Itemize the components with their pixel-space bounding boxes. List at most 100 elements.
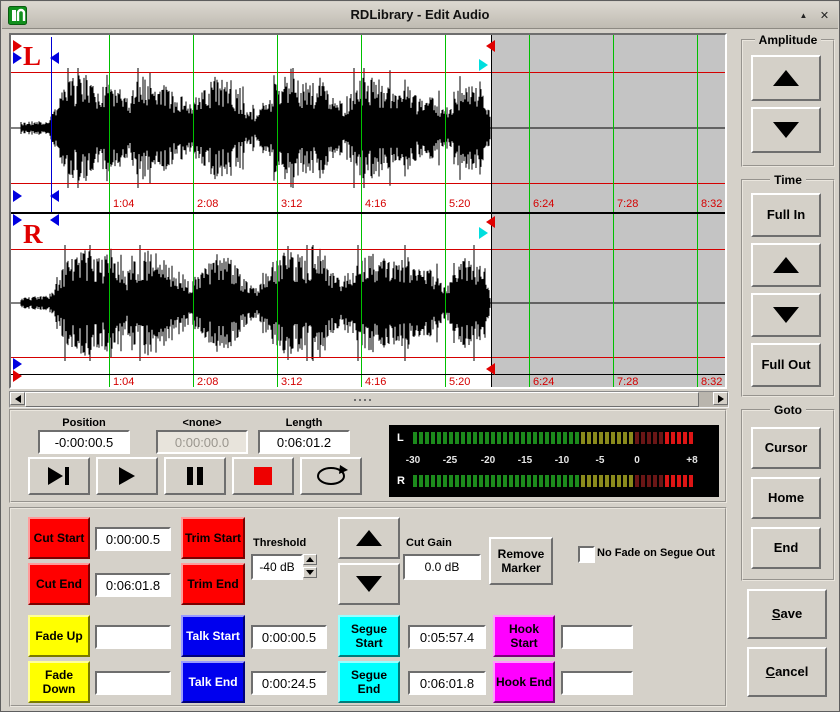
loop-icon	[314, 465, 348, 487]
left-channel-label: L	[23, 43, 41, 70]
time-label: 2:08	[197, 376, 218, 388]
spin-down-icon	[306, 570, 314, 575]
remove-marker-button[interactable]: Remove Marker	[489, 537, 553, 585]
segue-end-field[interactable]: 0:06:01.8	[408, 671, 486, 695]
segue-start-button[interactable]: Segue Start	[338, 615, 400, 657]
threshold-field[interactable]: -40 dB	[251, 554, 303, 580]
cut-end-marker[interactable]	[486, 40, 495, 52]
full-out-button[interactable]: Full Out	[751, 343, 821, 387]
threshold-spin-down[interactable]	[303, 567, 317, 578]
length-field[interactable]: 0:06:01.2	[258, 430, 350, 454]
cut-start-field[interactable]: 0:00:00.5	[95, 527, 171, 551]
goto-end-button[interactable]: End	[751, 527, 821, 569]
goto-home-button[interactable]: Home	[751, 477, 821, 519]
ruler-marker-left-d[interactable]	[50, 214, 59, 226]
time-label: 3:12	[281, 198, 302, 210]
shade-button[interactable]: ▲	[795, 7, 812, 24]
segue-end-marker-right-chan[interactable]	[479, 227, 488, 239]
pause-button[interactable]	[164, 457, 226, 495]
time-label: 5:20	[449, 376, 470, 388]
marker-panel: Cut Start 0:00:00.5 Cut End 0:06:01.8 Tr…	[9, 507, 727, 707]
zoom-in-button[interactable]	[751, 243, 821, 287]
scroll-left-button[interactable]	[10, 392, 25, 405]
talk-end-button[interactable]: Talk End	[181, 661, 245, 703]
post-audio-region	[492, 35, 725, 387]
cut-gain-label: Cut Gain	[406, 537, 452, 549]
save-button[interactable]: Save	[747, 589, 827, 639]
ruler-marker-left-c[interactable]	[13, 214, 22, 226]
left-arrow-icon	[15, 395, 21, 403]
amplitude-down-button[interactable]	[751, 107, 821, 153]
ruler-marker-left-a[interactable]	[13, 190, 22, 202]
thumb-grip-icon	[364, 399, 366, 401]
gain-up-button[interactable]	[338, 517, 400, 559]
cut-start-button[interactable]: Cut Start	[28, 517, 90, 559]
threshold-spin-up[interactable]	[303, 554, 317, 565]
hook-end-field[interactable]	[561, 671, 633, 695]
hook-start-field[interactable]	[561, 625, 633, 649]
fade-down-button[interactable]: Fade Down	[28, 661, 90, 703]
up-arrow-icon	[773, 257, 799, 273]
cut-end-marker-bottom[interactable]	[486, 363, 495, 375]
time-label: 1:04	[113, 376, 134, 388]
hook-end-button[interactable]: Hook End	[493, 661, 555, 703]
right-channel-label: R	[23, 221, 43, 248]
gain-down-button[interactable]	[338, 563, 400, 605]
up-arrow-icon	[356, 530, 382, 546]
pause-icon	[185, 465, 205, 487]
position-field[interactable]: -0:00:00.5	[38, 430, 130, 454]
thumb-grip-icon	[369, 399, 371, 401]
full-in-button[interactable]: Full In	[751, 193, 821, 237]
right-arrow-icon	[718, 395, 724, 403]
title-bar[interactable]: RDLibrary - Edit Audio ▲ ✕	[2, 2, 838, 29]
time-label: 6:24	[533, 376, 554, 388]
meter-left-label: L	[397, 432, 404, 444]
marker-position-field: 0:00:00.0	[156, 430, 248, 454]
waveform-display[interactable]: L R 1:04 2:08 3:12 4:16 5:20 6:24 7:28 8…	[9, 33, 727, 389]
cut-gain-field[interactable]: 0.0 dB	[403, 554, 481, 580]
marker-name-label: <none>	[156, 417, 248, 429]
cancel-button[interactable]: Cancel	[747, 647, 827, 697]
amplitude-up-button[interactable]	[751, 55, 821, 101]
play-icon	[117, 465, 137, 487]
cut-start-marker-right-chan[interactable]	[13, 370, 22, 382]
cut-start-marker[interactable]	[13, 40, 22, 52]
thumb-grip-icon	[359, 399, 361, 401]
waveform-canvas	[11, 35, 725, 387]
spin-up-icon	[306, 557, 314, 562]
waveform-scrollbar[interactable]	[9, 391, 729, 408]
scroll-right-button[interactable]	[713, 392, 728, 405]
segue-end-button[interactable]: Segue End	[338, 661, 400, 703]
trim-end-button[interactable]: Trim End	[181, 563, 245, 605]
talk-end-field[interactable]: 0:00:24.5	[251, 671, 327, 695]
cut-end-marker-right-chan[interactable]	[486, 216, 495, 228]
zoom-out-button[interactable]	[751, 293, 821, 337]
close-button[interactable]: ✕	[816, 7, 833, 24]
loop-button[interactable]	[300, 457, 362, 495]
talk-start-button[interactable]: Talk Start	[181, 615, 245, 657]
fade-up-button[interactable]: Fade Up	[28, 615, 90, 657]
no-fade-checkbox[interactable]	[578, 546, 595, 563]
segue-end-marker[interactable]	[479, 59, 488, 71]
meter-bar-right	[413, 475, 693, 487]
hook-start-button[interactable]: Hook Start	[493, 615, 555, 657]
trim-start-button[interactable]: Trim Start	[181, 517, 245, 559]
audio-level-meter: L R -30 -25 -20 -15 -10 -5 0 +8	[389, 425, 719, 497]
play-from-start-button[interactable]	[28, 457, 90, 495]
goto-group: Goto Cursor Home End	[741, 403, 835, 581]
cut-end-button[interactable]: Cut End	[28, 563, 90, 605]
segue-start-field[interactable]: 0:05:57.4	[408, 625, 486, 649]
time-label: 3:12	[281, 376, 302, 388]
talk-start-marker[interactable]	[13, 52, 22, 64]
fade-down-field[interactable]	[95, 671, 171, 695]
scrollbar-thumb[interactable]	[25, 392, 699, 407]
stop-button[interactable]	[232, 457, 294, 495]
talk-start-marker-right-chan[interactable]	[13, 358, 22, 370]
cut-end-field[interactable]: 0:06:01.8	[95, 573, 171, 597]
amplitude-group-title: Amplitude	[755, 33, 822, 47]
talk-start-field[interactable]: 0:00:00.5	[251, 625, 327, 649]
play-button[interactable]	[96, 457, 158, 495]
goto-cursor-button[interactable]: Cursor	[751, 427, 821, 469]
time-label: 8:32	[701, 376, 722, 388]
fade-up-field[interactable]	[95, 625, 171, 649]
